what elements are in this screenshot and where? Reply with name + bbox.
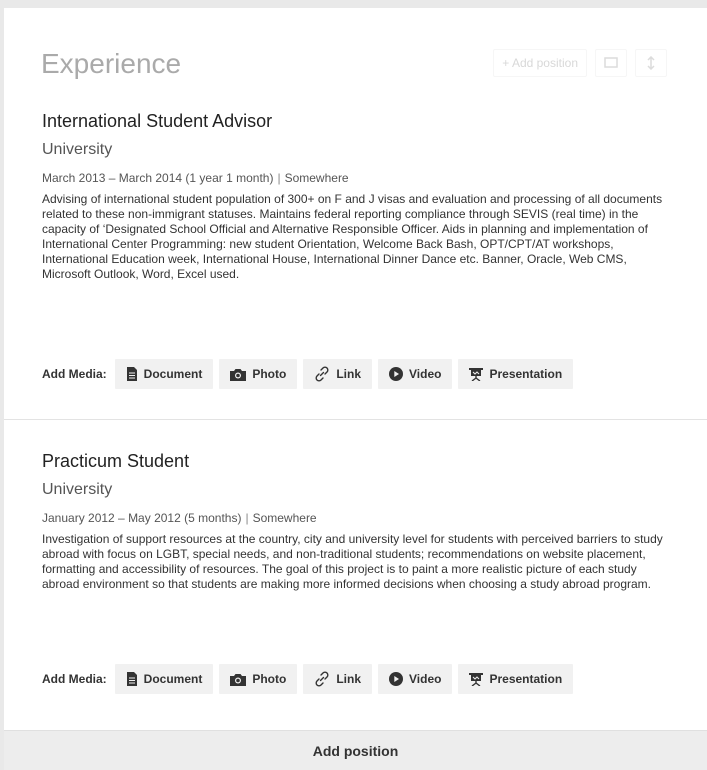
date-location-line: March 2013 – March 2014 (1 year 1 month)… [42,170,349,186]
job-title[interactable]: Practicum Student [42,450,189,472]
media-button-label: Link [336,672,362,686]
organization-name[interactable]: University [42,480,112,500]
media-button-label: Document [143,367,203,381]
add-media-label: Add Media: [42,367,107,381]
separator: | [245,511,249,525]
add-position-footer-button[interactable]: Add position [4,730,707,770]
add-document-button[interactable]: Document [114,359,214,389]
media-button-label: Link [336,367,362,381]
section-title: Experience [41,48,182,79]
play-icon [389,367,404,381]
add-position-header-button[interactable]: + Add position [493,49,587,77]
add-photo-button[interactable]: Photo [219,664,298,694]
experience-card: Experience + Add position International … [4,8,707,770]
presentation-icon [469,368,484,381]
location: Somewhere [284,171,349,185]
add-video-button[interactable]: Video [378,664,453,694]
add-presentation-button[interactable]: Presentation [458,359,574,389]
experience-entry: International Student Advisor University… [4,104,707,420]
media-button-label: Presentation [489,672,563,686]
link-icon [315,671,329,687]
link-icon [315,366,329,382]
media-button-label: Document [143,672,203,686]
add-link-button[interactable]: Link [303,664,373,694]
add-media-label: Add Media: [42,672,107,686]
job-description: Investigation of support resources at th… [42,532,663,591]
media-button-label: Presentation [489,367,563,381]
date-range: March 2013 – March 2014 (1 year 1 month) [42,171,274,185]
location: Somewhere [252,511,317,525]
play-icon [389,672,404,686]
header-actions: + Add position [493,49,667,77]
section-header: Experience + Add position [4,8,707,108]
document-icon [126,367,137,381]
media-button-label: Video [409,672,442,686]
organization-name[interactable]: University [42,140,112,160]
vertical-arrows-icon [647,56,655,70]
add-presentation-button[interactable]: Presentation [458,664,574,694]
date-location-line: January 2012 – May 2012 (5 months) | Somew… [42,510,317,526]
media-button-label: Video [409,367,442,381]
job-description: Advising of international student popula… [42,192,663,281]
separator: | [277,171,281,185]
document-icon [126,672,137,686]
media-button-label: Photo [252,367,287,381]
job-title[interactable]: International Student Advisor [42,110,272,132]
presentation-icon [469,673,484,686]
camera-icon [230,368,247,381]
add-document-button[interactable]: Document [114,664,214,694]
media-button-label: Photo [252,672,287,686]
move-section-button[interactable] [635,49,667,77]
date-range: January 2012 – May 2012 (5 months) [42,511,242,525]
add-media-row: Add Media: Document Photo Link Video Pre… [42,664,579,694]
add-photo-button[interactable]: Photo [219,359,298,389]
reorder-view-button[interactable] [595,49,627,77]
add-media-row: Add Media: Document Photo Link Video Pre… [42,359,579,389]
camera-icon [230,673,247,686]
experience-entry: Practicum Student University January 201… [4,444,707,726]
reorder-icon [604,57,618,68]
add-link-button[interactable]: Link [303,359,373,389]
add-video-button[interactable]: Video [378,359,453,389]
